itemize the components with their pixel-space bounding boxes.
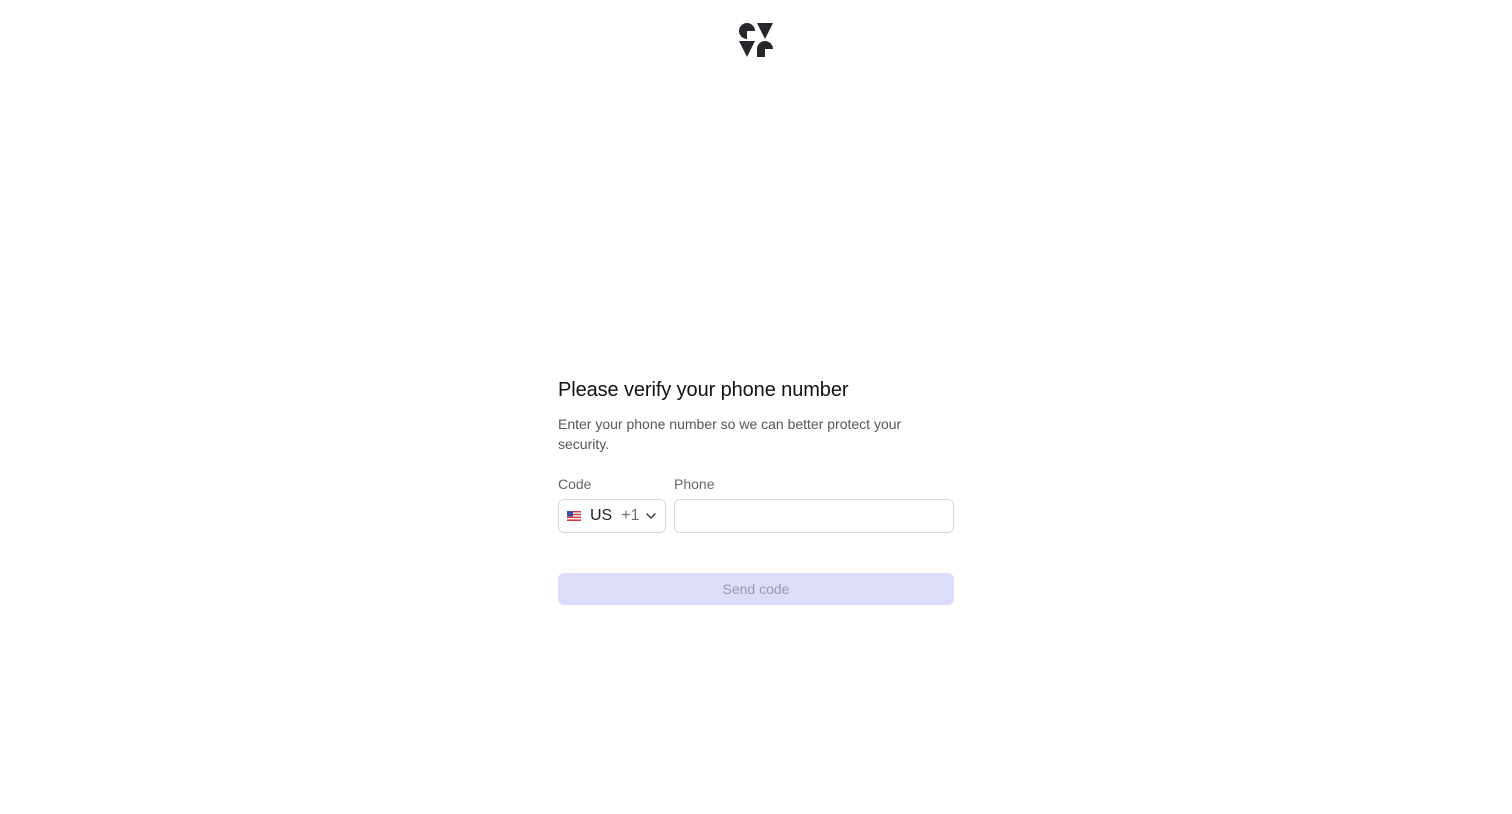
page-title: Please verify your phone number [558, 379, 849, 401]
phone-verification-form: Please verify your phone number Enter yo… [558, 376, 954, 605]
brand-logo-icon [739, 23, 773, 57]
country-code-field: Code US +1 [558, 475, 666, 533]
chevron-down-icon [646, 513, 656, 519]
phone-field: Phone [674, 475, 954, 533]
page: Please verify your phone number Enter yo… [0, 0, 1512, 814]
phone-fields: Code US +1 Phone [558, 475, 954, 533]
country-code: US [590, 507, 613, 524]
phone-label: Phone [674, 476, 715, 492]
page-subtitle: Enter your phone number so we can better… [558, 416, 902, 452]
send-code-button[interactable]: Send code [558, 573, 954, 605]
us-flag-icon [567, 511, 581, 521]
phone-input[interactable] [674, 499, 954, 533]
code-label: Code [558, 476, 592, 492]
country-code-select[interactable]: US +1 [558, 499, 666, 533]
dial-code: +1 [621, 507, 640, 524]
